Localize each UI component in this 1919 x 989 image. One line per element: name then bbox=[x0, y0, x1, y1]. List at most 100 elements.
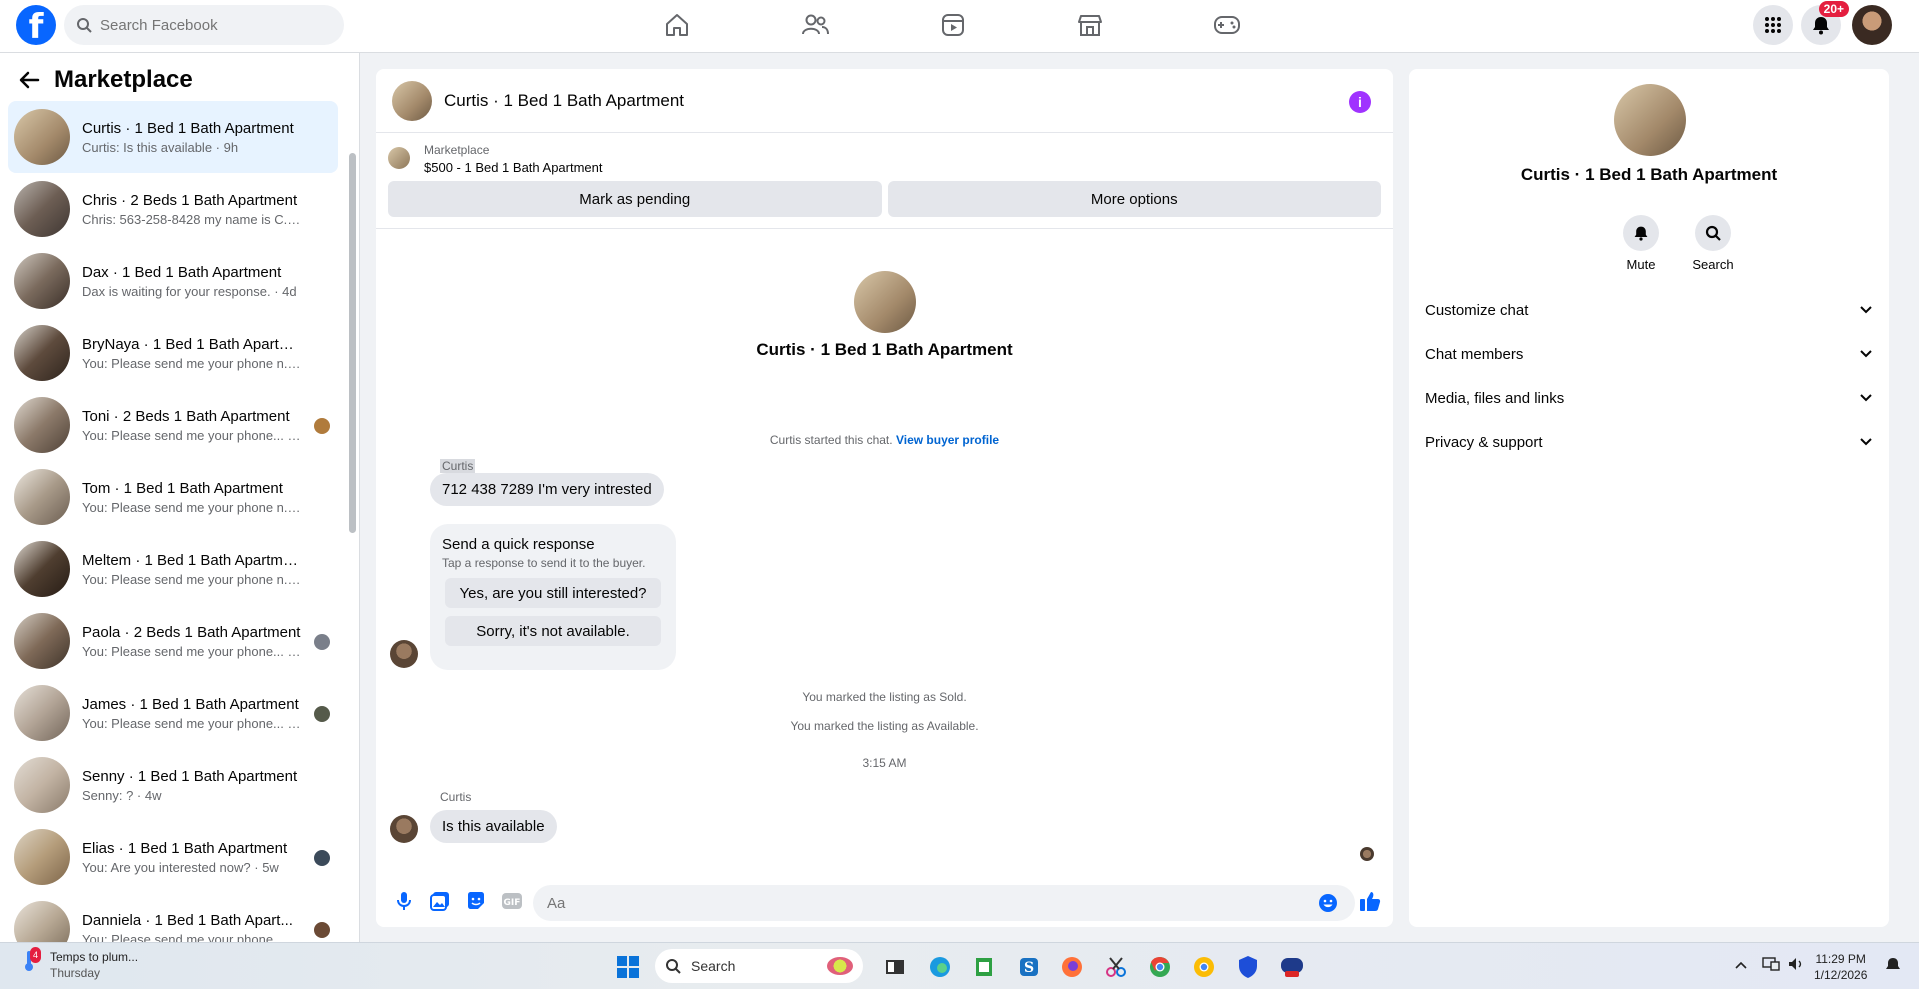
shield-vpn-icon[interactable] bbox=[1232, 951, 1264, 983]
notifications-button[interactable]: 20+ bbox=[1801, 1, 1849, 45]
chat-members-section[interactable]: Chat members bbox=[1425, 334, 1873, 374]
seen-avatar bbox=[314, 418, 330, 434]
windows-start-icon[interactable] bbox=[612, 951, 644, 983]
listing-price[interactable]: $500 - 1 Bed 1 Bath Apartment bbox=[424, 160, 1381, 175]
conversation-preview: Curtis: Is this available · 9h bbox=[82, 139, 239, 155]
microphone-icon[interactable] bbox=[386, 883, 422, 919]
listing-label: Marketplace bbox=[424, 143, 490, 157]
weather-day: Thursday bbox=[50, 966, 101, 980]
conversation-name: Tom · 1 Bed 1 Bath Apartment bbox=[82, 479, 283, 497]
show-hidden-icons[interactable] bbox=[1734, 957, 1750, 973]
photo-icon[interactable] bbox=[422, 883, 458, 919]
conversation-item[interactable]: BryNaya · 1 Bed 1 Bath Apartment You: Ple… bbox=[8, 317, 338, 389]
conversation-name: Senny · 1 Bed 1 Bath Apartment bbox=[82, 767, 298, 785]
chat-avatar[interactable] bbox=[392, 80, 432, 121]
chrome-profile-icon[interactable] bbox=[1188, 951, 1220, 983]
media-files-section[interactable]: Media, files and links bbox=[1425, 378, 1873, 418]
sticker-icon[interactable] bbox=[458, 883, 494, 919]
conversation-item[interactable]: Meltem · 1 Bed 1 Bath Apartment You: Plea… bbox=[8, 533, 338, 605]
quick-response-yes[interactable]: Yes, are you still interested? bbox=[445, 578, 661, 608]
conversation-name: Meltem · 1 Bed 1 Bath Apartment bbox=[82, 551, 302, 569]
marketplace-icon[interactable] bbox=[1072, 9, 1108, 41]
chat-info-panel: Curtis · 1 Bed 1 Bath Apartment Mute Sea… bbox=[1409, 69, 1889, 927]
conversation-preview: You: Please send me your phone n... · 1w bbox=[82, 499, 302, 515]
chat-title[interactable]: Curtis · 1 Bed 1 Bath Apartment bbox=[444, 91, 684, 111]
page-scrollbar[interactable] bbox=[1908, 53, 1919, 942]
message-input[interactable] bbox=[533, 885, 1355, 921]
facebook-logo[interactable]: f bbox=[16, 5, 56, 47]
notification-center-icon[interactable] bbox=[1885, 957, 1901, 978]
sender-avatar[interactable] bbox=[390, 815, 418, 843]
sender-avatar[interactable] bbox=[390, 640, 418, 668]
network-icon[interactable] bbox=[1762, 956, 1780, 977]
conversation-name: Chris · 2 Beds 1 Bath Apartment bbox=[82, 191, 298, 209]
more-options-button[interactable]: More options bbox=[887, 181, 1381, 217]
info-icon[interactable]: i bbox=[1349, 91, 1371, 113]
mark-pending-button[interactable]: Mark as pending bbox=[388, 181, 882, 217]
home-icon[interactable] bbox=[659, 9, 695, 41]
chrome-icon[interactable] bbox=[1144, 951, 1176, 983]
conversation-text: Curtis · 1 Bed 1 Bath Apartment Curtis: I… bbox=[82, 120, 302, 155]
search-action[interactable]: Search bbox=[1683, 215, 1743, 272]
customize-chat-section[interactable]: Customize chat bbox=[1425, 290, 1873, 330]
message-bubble[interactable]: 712 438 7289 I'm very intrested bbox=[430, 473, 664, 506]
weather-widget[interactable]: 4 Temps to plum... Thursday bbox=[22, 947, 138, 981]
conversation-name: Danniela · 1 Bed 1 Bath Apart... bbox=[82, 911, 293, 929]
edge-icon[interactable] bbox=[924, 951, 956, 983]
back-arrow-icon[interactable] bbox=[18, 69, 40, 91]
svg-text:GIF: GIF bbox=[504, 898, 521, 908]
info-avatar[interactable] bbox=[1614, 84, 1686, 156]
video-icon[interactable] bbox=[935, 9, 971, 41]
search-box[interactable] bbox=[64, 5, 344, 45]
conversation-item[interactable]: Chris · 2 Beds 1 Bath Apartment Chris: 56… bbox=[8, 173, 338, 245]
conversation-item[interactable]: Toni · 2 Beds 1 Bath Apartment You: Pleas… bbox=[8, 389, 338, 461]
conversation-name: Dax · 1 Bed 1 Bath Apartment bbox=[82, 263, 282, 281]
taskbar-clock[interactable]: 11:29 PM 1/12/2026 bbox=[1814, 951, 1867, 983]
firefox-icon[interactable] bbox=[1056, 951, 1088, 983]
volume-icon[interactable] bbox=[1787, 956, 1805, 977]
chevron-down-icon bbox=[1860, 306, 1872, 314]
profile-avatar[interactable] bbox=[1852, 5, 1892, 45]
conversation-item[interactable]: Senny · 1 Bed 1 Bath Apartment Senny: ? ·… bbox=[8, 749, 338, 821]
message-sender: Curtis bbox=[440, 790, 472, 804]
listing-bar: Marketplace $500 - 1 Bed 1 Bath Apartmen… bbox=[376, 133, 1393, 229]
search-input[interactable] bbox=[100, 16, 320, 34]
chevron-down-icon bbox=[1860, 438, 1872, 446]
conversation-list: Curtis · 1 Bed 1 Bath Apartment Curtis: I… bbox=[8, 101, 338, 965]
sheets-icon[interactable] bbox=[968, 951, 1000, 983]
gif-icon[interactable]: GIF bbox=[494, 883, 530, 919]
friends-icon[interactable] bbox=[797, 9, 833, 41]
like-thumb-icon[interactable] bbox=[1352, 883, 1388, 919]
app-icon-s[interactable]: S bbox=[1013, 951, 1045, 983]
view-buyer-profile-link[interactable]: View buyer profile bbox=[896, 433, 999, 447]
emoji-icon[interactable] bbox=[1310, 885, 1346, 921]
conversation-item[interactable]: Tom · 1 Bed 1 Bath Apartment You: Please … bbox=[8, 461, 338, 533]
conversation-name: Elias · 1 Bed 1 Bath Apartment bbox=[82, 839, 288, 857]
chat-started-text: Curtis started this chat. bbox=[769, 433, 893, 447]
conversation-thumbnail bbox=[14, 757, 70, 813]
menu-grid-button[interactable] bbox=[1753, 5, 1793, 45]
privacy-support-section[interactable]: Privacy & support bbox=[1425, 422, 1873, 462]
conversation-item[interactable]: Elias · 1 Bed 1 Bath Apartment You: Are y… bbox=[8, 821, 338, 893]
quick-response-sorry[interactable]: Sorry, it's not available. bbox=[445, 616, 661, 646]
conversation-thumbnail bbox=[14, 613, 70, 669]
message-bubble[interactable]: Is this available bbox=[430, 810, 557, 843]
conversation-text: James · 1 Bed 1 Bath Apartment You: Pleas… bbox=[82, 696, 302, 731]
sidebar-scrollbar[interactable] bbox=[349, 153, 356, 533]
conversation-item[interactable]: James · 1 Bed 1 Bath Apartment You: Pleas… bbox=[8, 677, 338, 749]
snipping-tool-icon[interactable] bbox=[1100, 951, 1132, 983]
gaming-icon[interactable] bbox=[1209, 9, 1245, 41]
taskbar-search[interactable]: Search bbox=[655, 949, 863, 983]
listing-thumbnail[interactable] bbox=[388, 147, 410, 169]
mute-action[interactable]: Mute bbox=[1611, 215, 1671, 272]
clock-date: 1/12/2026 bbox=[1814, 968, 1868, 982]
conversation-preview: You: Please send me your phone n... · 6d bbox=[82, 355, 302, 371]
conversation-item[interactable]: Paola · 2 Beds 1 Bath Apartment You: Plea… bbox=[8, 605, 338, 677]
conversation-item[interactable]: Dax · 1 Bed 1 Bath Apartment Dax is waiti… bbox=[8, 245, 338, 317]
file-explorer-icon[interactable] bbox=[879, 951, 911, 983]
conversation-item[interactable]: Curtis · 1 Bed 1 Bath Apartment Curtis: I… bbox=[8, 101, 338, 173]
chat-started-line: Curtis started this chat. View buyer pro… bbox=[376, 433, 1393, 447]
section-label: Privacy & support bbox=[1425, 433, 1543, 451]
app-red-badge-icon[interactable] bbox=[1276, 951, 1308, 983]
conversation-thumbnail bbox=[14, 325, 70, 381]
